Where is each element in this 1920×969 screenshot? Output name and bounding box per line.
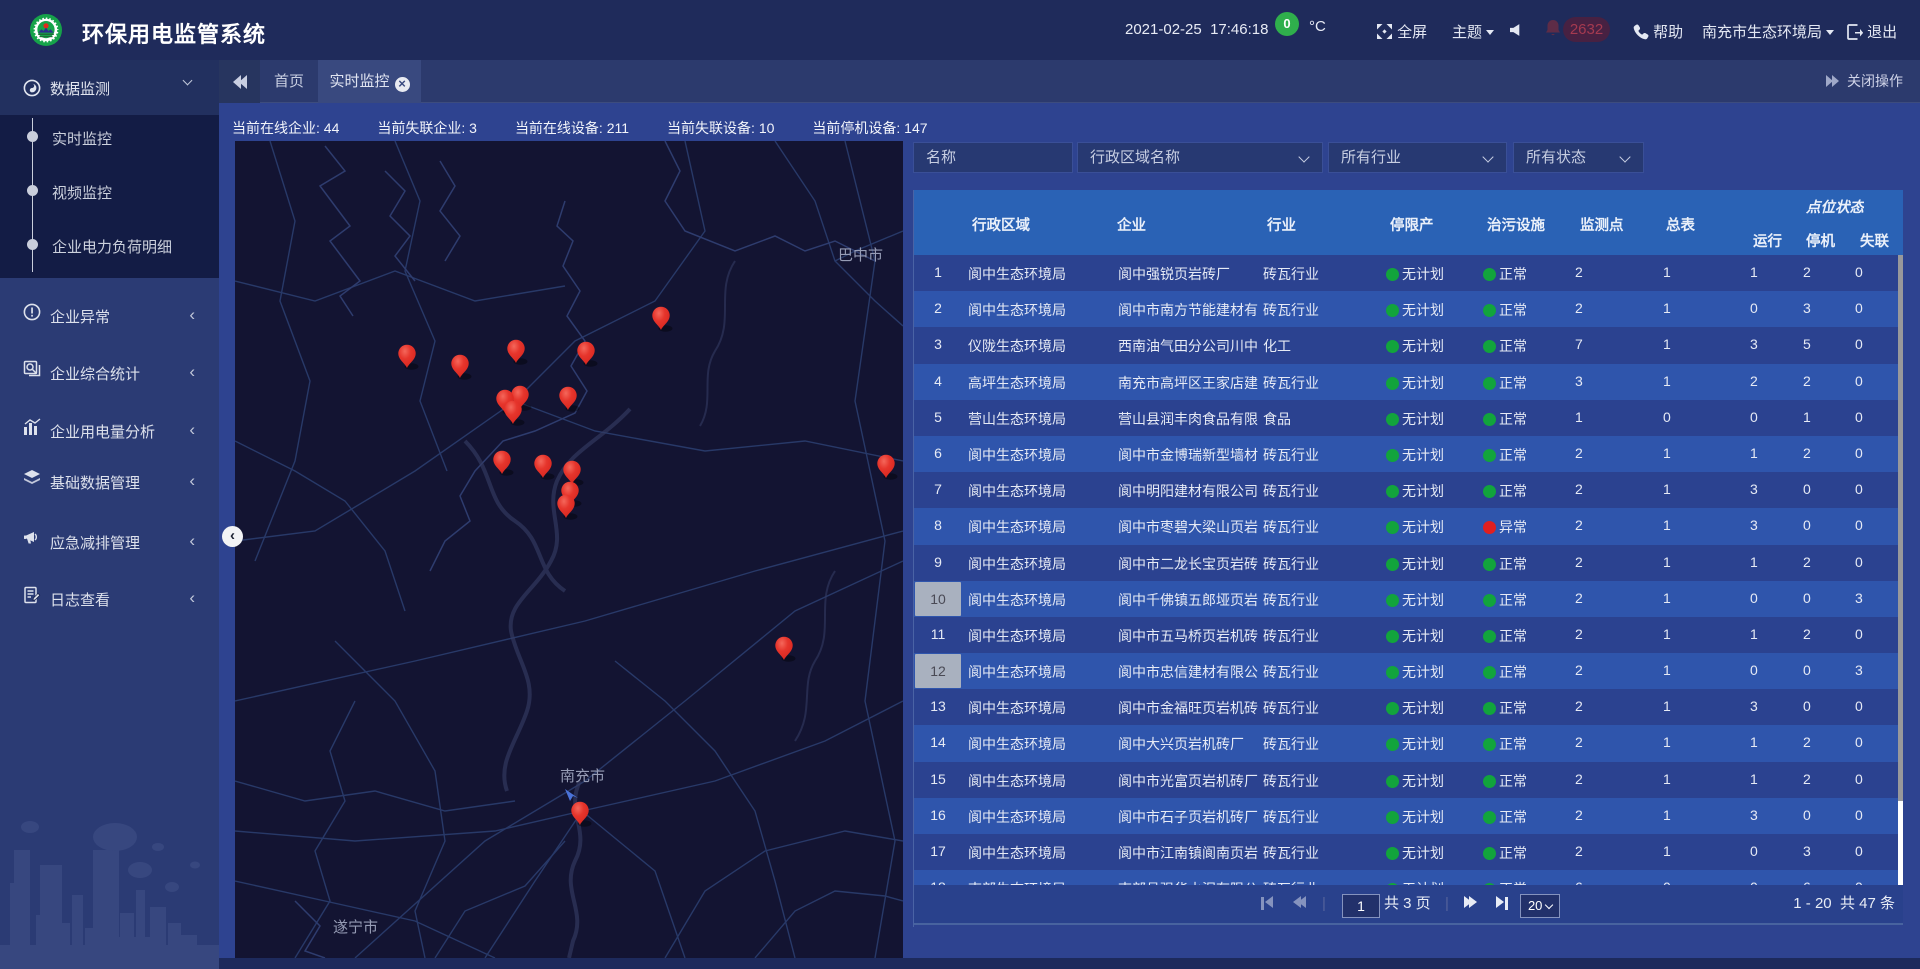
svg-text:巴中市: 巴中市 [838, 247, 883, 264]
svg-text:遂宁市: 遂宁市 [333, 919, 378, 936]
svg-text:南充市: 南充市 [560, 768, 605, 785]
